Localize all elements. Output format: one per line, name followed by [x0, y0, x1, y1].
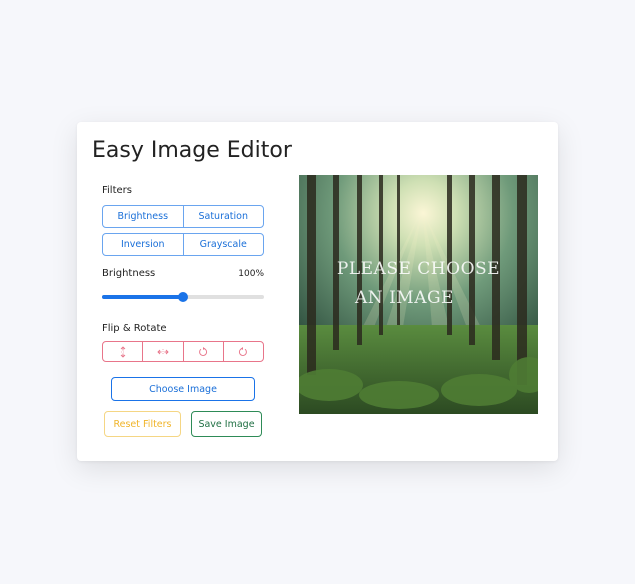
- placeholder-text-line2: AN IMAGE: [355, 288, 454, 308]
- flip-vertical-button[interactable]: [103, 342, 142, 361]
- flip-vertical-icon: [120, 345, 125, 358]
- brightness-slider[interactable]: [102, 292, 264, 302]
- flip-horizontal-icon: [157, 348, 169, 355]
- filters-label: Filters: [102, 185, 132, 196]
- page-title: Easy Image Editor: [92, 138, 292, 163]
- saturation-button[interactable]: Saturation: [182, 206, 264, 227]
- filter-group-row2: Inversion Grayscale: [102, 233, 264, 256]
- slider-thumb[interactable]: [178, 292, 188, 302]
- choose-image-button[interactable]: Choose Image: [111, 377, 255, 401]
- rotate-right-button[interactable]: [222, 342, 263, 361]
- grayscale-button[interactable]: Grayscale: [182, 234, 264, 255]
- slider-value: 100%: [238, 269, 264, 279]
- image-preview: PLEASE CHOOSE AN IMAGE: [299, 175, 538, 414]
- rotate-left-icon: [199, 346, 208, 356]
- editor-card: Easy Image Editor Filters Brightness Sat…: [77, 122, 558, 461]
- filter-group-row1: Brightness Saturation: [102, 205, 264, 228]
- brightness-button[interactable]: Brightness: [103, 206, 183, 227]
- flip-horizontal-button[interactable]: [142, 342, 182, 361]
- slider-fill: [102, 295, 183, 299]
- save-image-button[interactable]: Save Image: [191, 411, 262, 437]
- slider-name: Brightness: [102, 268, 156, 279]
- reset-filters-button[interactable]: Reset Filters: [104, 411, 181, 437]
- inversion-button[interactable]: Inversion: [103, 234, 183, 255]
- flip-rotate-label: Flip & Rotate: [102, 323, 167, 334]
- flip-rotate-group: [102, 341, 264, 362]
- rotate-right-icon: [239, 346, 248, 356]
- placeholder-text-line1: PLEASE CHOOSE: [336, 259, 501, 279]
- rotate-left-button[interactable]: [182, 342, 223, 361]
